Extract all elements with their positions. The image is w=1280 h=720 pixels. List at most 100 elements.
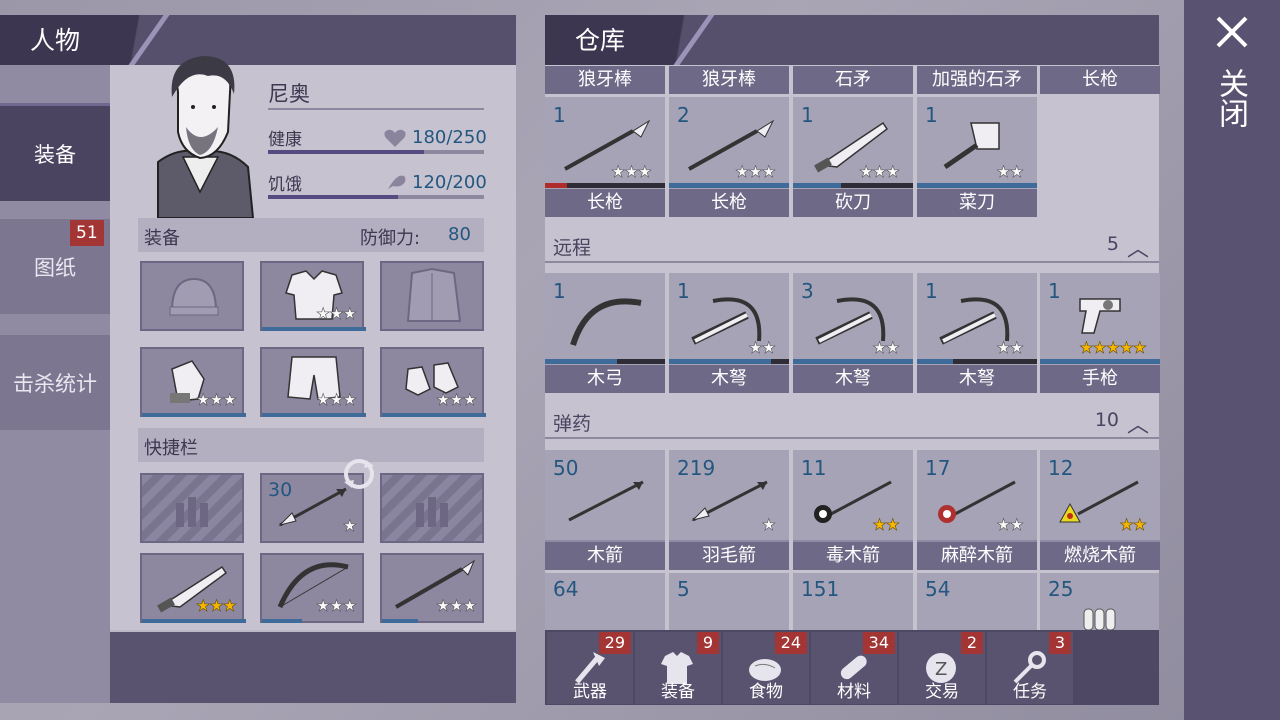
bottom-tab-food[interactable]: 24 食物 — [723, 632, 809, 704]
beanie-hat-icon — [169, 277, 219, 316]
equip-slot-head[interactable] — [140, 261, 244, 331]
equip-feet-durability — [382, 413, 486, 417]
ammo-title: 弹药 — [553, 413, 592, 435]
close-column[interactable]: 关闭 — [1184, 0, 1280, 720]
quickbar-title: 快捷栏 — [144, 438, 198, 459]
close-icon[interactable] — [1214, 14, 1250, 50]
ammo-card-2[interactable]: 219 ★ 羽毛箭 — [669, 450, 789, 570]
quickbar-slot-4[interactable]: ★★★ — [140, 553, 246, 623]
ammo-card-3[interactable]: 11 ★★ 毒木箭 — [793, 450, 913, 570]
bottom-tab-trade[interactable]: Z 2 交易 — [899, 632, 985, 704]
ranged-card-2-label: 木弩 — [669, 365, 789, 393]
ammo-card-4-stars: ★★ — [996, 515, 1024, 535]
equip-hands-durability — [142, 413, 246, 417]
side-tab-blueprints-label: 图纸 — [34, 255, 76, 280]
ammo-partial-card-3[interactable]: 151 — [793, 573, 913, 630]
health-label: 健康 — [268, 130, 302, 150]
bullets-icon — [1083, 608, 1116, 630]
ranged-card-3[interactable]: 3 ★★ 木弩 — [793, 273, 913, 393]
ranged-card-2[interactable]: 1 ★★ 木弩 — [669, 273, 789, 393]
ammo-placeholder-icon — [416, 497, 448, 527]
ranged-card-1-durability — [545, 359, 665, 364]
side-tab-equipment-label: 装备 — [34, 142, 76, 167]
hunger-bar-fill — [268, 195, 398, 199]
ranged-card-5-label: 手枪 — [1040, 365, 1160, 393]
health-bar — [268, 150, 484, 154]
quickbar-slot-5[interactable]: ★★★ — [260, 553, 364, 623]
close-label[interactable]: 关闭 — [1212, 68, 1252, 128]
health-value: 180/250 — [412, 127, 487, 148]
quickbar-slot-3[interactable] — [380, 473, 484, 543]
ranged-card-5[interactable]: 1 ★★★★★ 手枪 — [1040, 273, 1160, 393]
swap-icon[interactable] — [340, 456, 378, 492]
bottom-tab-equipment[interactable]: 9 装备 — [635, 632, 721, 704]
chevron-up-icon[interactable]: ︿ — [1127, 231, 1149, 263]
side-tab-equipment[interactable]: 装备 — [0, 103, 110, 201]
melee-card-1-label: 长枪 — [545, 189, 665, 217]
melee-card-1[interactable]: 1 ★★★ 长枪 — [545, 97, 665, 217]
melee-card-3-label: 砍刀 — [793, 189, 913, 217]
top-label-1[interactable]: 狼牙棒 — [545, 66, 665, 94]
ranged-card-4-stars: ★★ — [996, 338, 1024, 358]
chevron-up-icon[interactable]: ︿ — [1127, 407, 1149, 439]
quickbar-slot-4-durability — [142, 619, 246, 623]
hunger-value: 120/200 — [412, 172, 487, 193]
quickbar-slot-1[interactable] — [140, 473, 244, 543]
ammo-partial-card-1-count: 64 — [553, 577, 579, 601]
blueprints-badge: 51 — [70, 220, 104, 246]
equip-hands-stars: ★★★ — [195, 390, 238, 410]
equip-legs-durability — [262, 413, 366, 417]
equip-slot-body[interactable]: ★★★ — [260, 261, 366, 331]
top-label-2[interactable]: 狼牙棒 — [669, 66, 789, 94]
side-tab-kill-stats[interactable]: 击杀统计 — [0, 335, 110, 430]
melee-card-2[interactable]: 2 ★★★ 长枪 — [669, 97, 789, 217]
ranged-card-2-stars: ★★ — [748, 338, 776, 358]
name-underline — [268, 108, 484, 110]
ammo-partial-card-2[interactable]: 5 — [669, 573, 789, 630]
jacket-icon — [406, 267, 462, 322]
health-bar-fill — [268, 150, 424, 154]
hunger-label: 饥饿 — [268, 175, 302, 195]
ammo-section-header[interactable]: 弹药 10 ︿ — [545, 403, 1159, 441]
ammo-card-1-label: 木箭 — [545, 542, 665, 570]
equip-slot-legs[interactable]: ★★★ — [260, 347, 366, 417]
ammo-card-2-label: 羽毛箭 — [669, 542, 789, 570]
ammo-partial-card-1[interactable]: 64 — [545, 573, 665, 630]
ammo-card-4[interactable]: 17 ★★ 麻醉木箭 — [917, 450, 1037, 570]
ranged-card-5-durability — [1040, 359, 1160, 364]
pistol-icon — [1079, 298, 1121, 334]
bottom-tab-materials[interactable]: 34 材料 — [811, 632, 897, 704]
ammo-partial-card-4[interactable]: 54 — [917, 573, 1037, 630]
ranged-card-5-stars: ★★★★★ — [1079, 338, 1147, 358]
ammo-partial-card-5[interactable]: 25 — [1040, 573, 1159, 630]
ranged-count: 5 — [1106, 233, 1119, 255]
food-badge: 24 — [774, 632, 807, 654]
ammo-partial-row: 64 5 151 54 25 — [545, 573, 1159, 630]
equip-slot-outer[interactable] — [380, 261, 484, 331]
ranged-card-1[interactable]: 1 木弓 — [545, 273, 665, 393]
melee-card-3-durability — [793, 183, 913, 188]
equip-slot-feet[interactable]: ★★★ — [380, 347, 486, 417]
quickbar-slot-5-durability — [262, 619, 302, 623]
melee-card-3[interactable]: 1 ★★★ 砍刀 — [793, 97, 913, 217]
top-label-5[interactable]: 长枪 — [1040, 66, 1160, 94]
bottom-tab-weapons[interactable]: 29 武器 — [547, 632, 633, 704]
bottom-tab-quests[interactable]: 3 任务 — [987, 632, 1073, 704]
weapons-label: 武器 — [573, 682, 607, 702]
melee-card-4[interactable]: 1 ★★ 菜刀 — [917, 97, 1037, 217]
ranged-section-header[interactable]: 远程 5 ︿ — [545, 227, 1159, 265]
ammo-card-5[interactable]: 12 ★★ 燃烧木箭 — [1040, 450, 1160, 570]
top-label-4[interactable]: 加强的石矛 — [917, 66, 1037, 94]
equip-body-durability — [262, 327, 366, 331]
quickbar-slot-2-count: 30 — [268, 479, 293, 501]
quickbar-slot-6[interactable]: ★★★ — [380, 553, 484, 623]
top-label-3[interactable]: 石矛 — [793, 66, 913, 94]
ranged-title: 远程 — [553, 237, 592, 259]
ammo-card-2-stars: ★ — [761, 515, 776, 535]
trade-label: 交易 — [925, 682, 959, 702]
equipment-section-header — [138, 218, 484, 252]
equip-slot-hands[interactable]: ★★★ — [140, 347, 246, 417]
ammo-card-1[interactable]: 50 木箭 — [545, 450, 665, 570]
materials-badge: 34 — [862, 632, 895, 654]
ranged-card-4[interactable]: 1 ★★ 木弩 — [917, 273, 1037, 393]
